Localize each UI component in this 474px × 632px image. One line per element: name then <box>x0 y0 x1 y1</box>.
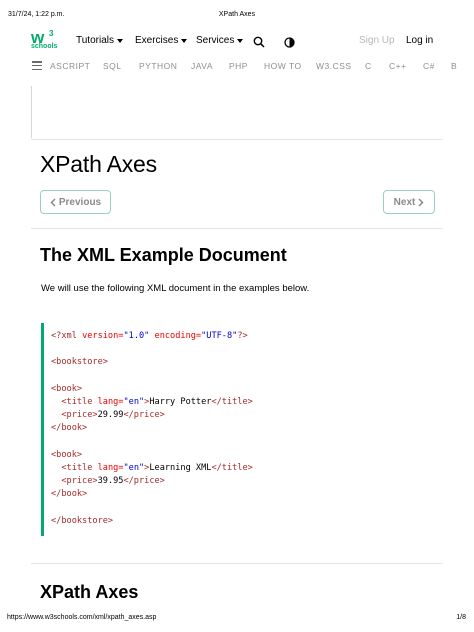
menu-icon[interactable] <box>32 61 42 71</box>
code-line-bookstore-open: <bookstore> <box>51 357 108 367</box>
signup-link[interactable]: Sign Up <box>359 35 395 46</box>
code-line-title: <title lang="en">Learning XML</title> <box>61 463 253 473</box>
subject-bootstrap[interactable]: B <box>451 61 457 71</box>
code-line-declaration: <?xml version="1.0" encoding="UTF-8"?> <box>51 331 248 341</box>
divider <box>31 563 443 564</box>
subject-sql[interactable]: SQL <box>103 61 122 71</box>
caret-down-icon <box>181 39 188 43</box>
nav-services[interactable]: Services <box>196 35 244 46</box>
nav-exercises-label: Exercises <box>135 35 179 46</box>
print-page-number: 1/8 <box>456 614 466 621</box>
w3schools-logo[interactable]: w 3 <box>28 28 68 54</box>
logo-text: schools <box>31 43 58 50</box>
ad-divider <box>31 86 32 138</box>
contrast-toggle-icon[interactable] <box>284 33 295 48</box>
divider <box>31 139 443 140</box>
caret-down-icon <box>116 39 123 43</box>
code-line-book-close: </book> <box>51 423 88 433</box>
subject-w3css[interactable]: W3.CSS <box>316 61 352 71</box>
section-heading-xml-example: The XML Example Document <box>40 245 287 265</box>
nav-tutorials[interactable]: Tutorials <box>76 35 123 46</box>
subject-php[interactable]: PHP <box>229 61 248 71</box>
divider <box>31 228 443 229</box>
subject-javascript[interactable]: ASCRIPT <box>50 61 90 71</box>
subject-java[interactable]: JAVA <box>191 61 213 71</box>
subject-cpp[interactable]: C++ <box>389 61 407 71</box>
subject-c[interactable]: C <box>365 61 372 71</box>
next-button-label: Next <box>393 196 416 208</box>
code-line-bookstore-close: </bookstore> <box>51 516 114 526</box>
chevron-left-icon <box>50 197 56 207</box>
logo-superscript: 3 <box>49 29 54 38</box>
print-url: https://www.w3schools.com/xml/xpath_axes… <box>7 614 157 621</box>
subject-howto[interactable]: HOW TO <box>264 61 302 71</box>
caret-down-icon <box>237 39 244 43</box>
code-accent-bar <box>41 323 44 536</box>
nav-exercises[interactable]: Exercises <box>135 35 188 46</box>
next-button[interactable]: Next <box>383 190 435 214</box>
code-line-price: <price>39.95</price> <box>61 476 165 486</box>
print-title: XPath Axes <box>218 11 256 18</box>
subject-python[interactable]: PYTHON <box>139 61 177 71</box>
section-heading-xpath-axes: XPath Axes <box>40 582 139 602</box>
chevron-right-icon <box>418 197 424 207</box>
code-line-book-open: <book> <box>51 450 83 460</box>
code-line-book-close: </book> <box>51 489 88 499</box>
code-example-box <box>41 323 443 536</box>
login-link[interactable]: Log in <box>406 35 433 46</box>
nav-services-label: Services <box>196 35 235 46</box>
search-icon[interactable] <box>253 33 265 48</box>
subject-csharp[interactable]: C# <box>423 61 435 71</box>
code-line-price: <price>29.99</price> <box>61 410 165 420</box>
code-line-book-open: <book> <box>51 384 83 394</box>
w3schools-logo-icon: w 3 <box>30 28 54 47</box>
page-title: XPath Axes <box>40 151 157 177</box>
nav-tutorials-label: Tutorials <box>76 35 114 46</box>
previous-button[interactable]: Previous <box>40 190 111 214</box>
previous-button-label: Previous <box>58 196 102 208</box>
intro-text: We will use the following XML document i… <box>41 283 310 294</box>
code-line-title: <title lang="en">Harry Potter</title> <box>61 397 253 407</box>
